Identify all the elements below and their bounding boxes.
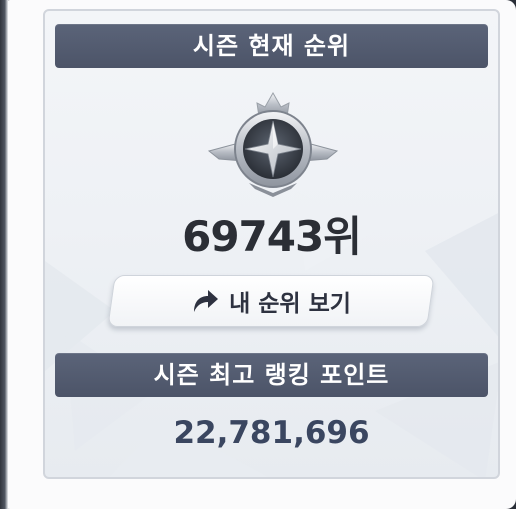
current-rank-value: 69743위: [182, 212, 362, 261]
best-ranking-points-value: 22,781,696: [173, 415, 370, 451]
view-my-rank-label: 내 순위 보기: [229, 291, 351, 317]
rank-panel-window: 시즌 현재 순위 69743위 내 순위 보기 시즌 최고 랭킹 포인트 22,…: [0, 0, 516, 509]
share-arrow-icon: [194, 290, 219, 312]
window-left-edge: [0, 0, 8, 509]
season-best-ranking-points-header: 시즌 최고 랭킹 포인트: [55, 353, 488, 397]
season-rank-card: 시즌 현재 순위 69743위 내 순위 보기 시즌 최고 랭킹 포인트 22,…: [43, 9, 500, 479]
view-my-rank-button[interactable]: 내 순위 보기: [107, 275, 435, 327]
silver-star-rank-emblem-icon: [207, 91, 339, 197]
season-current-rank-header: 시즌 현재 순위: [55, 24, 488, 68]
